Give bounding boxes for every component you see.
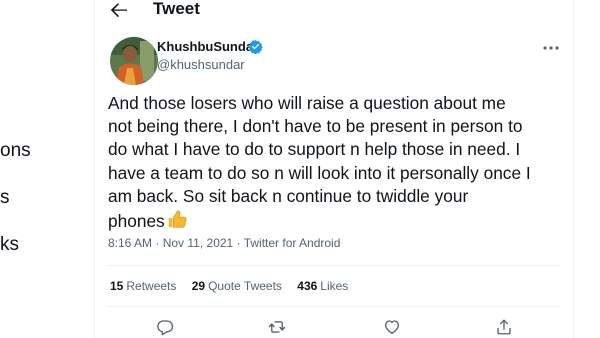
avatar[interactable]	[110, 37, 158, 85]
divider	[107, 306, 560, 307]
quote-tweets-label: Quote Tweets	[208, 279, 282, 293]
tweet-stats: 15 Retweets 29 Quote Tweets 436 Likes	[110, 279, 360, 293]
retweets-count: 15	[110, 279, 124, 293]
author-handle[interactable]: @khushsundar	[157, 57, 245, 72]
avatar-image	[110, 37, 158, 85]
likes-count: 436	[297, 279, 318, 293]
sidebar-item-messages[interactable]: s	[0, 187, 10, 209]
likes-label: Likes	[320, 279, 349, 293]
tweet-date[interactable]: Nov 11, 2021	[163, 236, 234, 250]
verified-badge-icon	[248, 39, 263, 54]
retweet-icon[interactable]	[268, 318, 286, 336]
like-icon[interactable]	[383, 318, 401, 336]
thumbs-up-emoji-icon	[168, 210, 187, 228]
back-arrow-icon[interactable]	[107, 0, 131, 22]
retweets-label: Retweets	[126, 279, 177, 293]
meta-separator: ·	[236, 236, 241, 250]
tweet-text: And those losers who will raise a questi…	[108, 92, 568, 233]
likes-stat[interactable]: 436 Likes	[297, 279, 348, 293]
quote-tweets-stat[interactable]: 29 Quote Tweets	[192, 279, 282, 293]
left-navigation: ons s ks	[0, 0, 94, 338]
reply-icon[interactable]	[156, 318, 174, 336]
quote-tweets-count: 29	[191, 279, 206, 293]
tweet-header: Tweet	[95, 0, 573, 26]
tweet-time[interactable]: 8:16 AM	[108, 236, 152, 250]
divider	[107, 265, 560, 266]
page-title: Tweet	[153, 0, 200, 18]
author-name[interactable]: KhushbuSundar	[157, 39, 258, 54]
retweets-stat[interactable]: 15 Retweets	[110, 279, 176, 293]
sidebar-item-notifications[interactable]: ons	[0, 140, 31, 162]
tweet-metadata: 8:16 AM · Nov 11, 2021 · Twitter for And…	[108, 236, 340, 250]
tweet-detail-column: Tweet KhushbuSundar @khushsundar And tho…	[95, 0, 573, 338]
share-icon[interactable]	[495, 318, 513, 336]
meta-separator: ·	[155, 236, 160, 250]
tweet-source[interactable]: Twitter for Android	[244, 236, 341, 250]
more-options-icon[interactable]	[541, 38, 561, 58]
column-divider-right	[573, 0, 574, 338]
sidebar-item-bookmarks[interactable]: ks	[0, 234, 19, 256]
